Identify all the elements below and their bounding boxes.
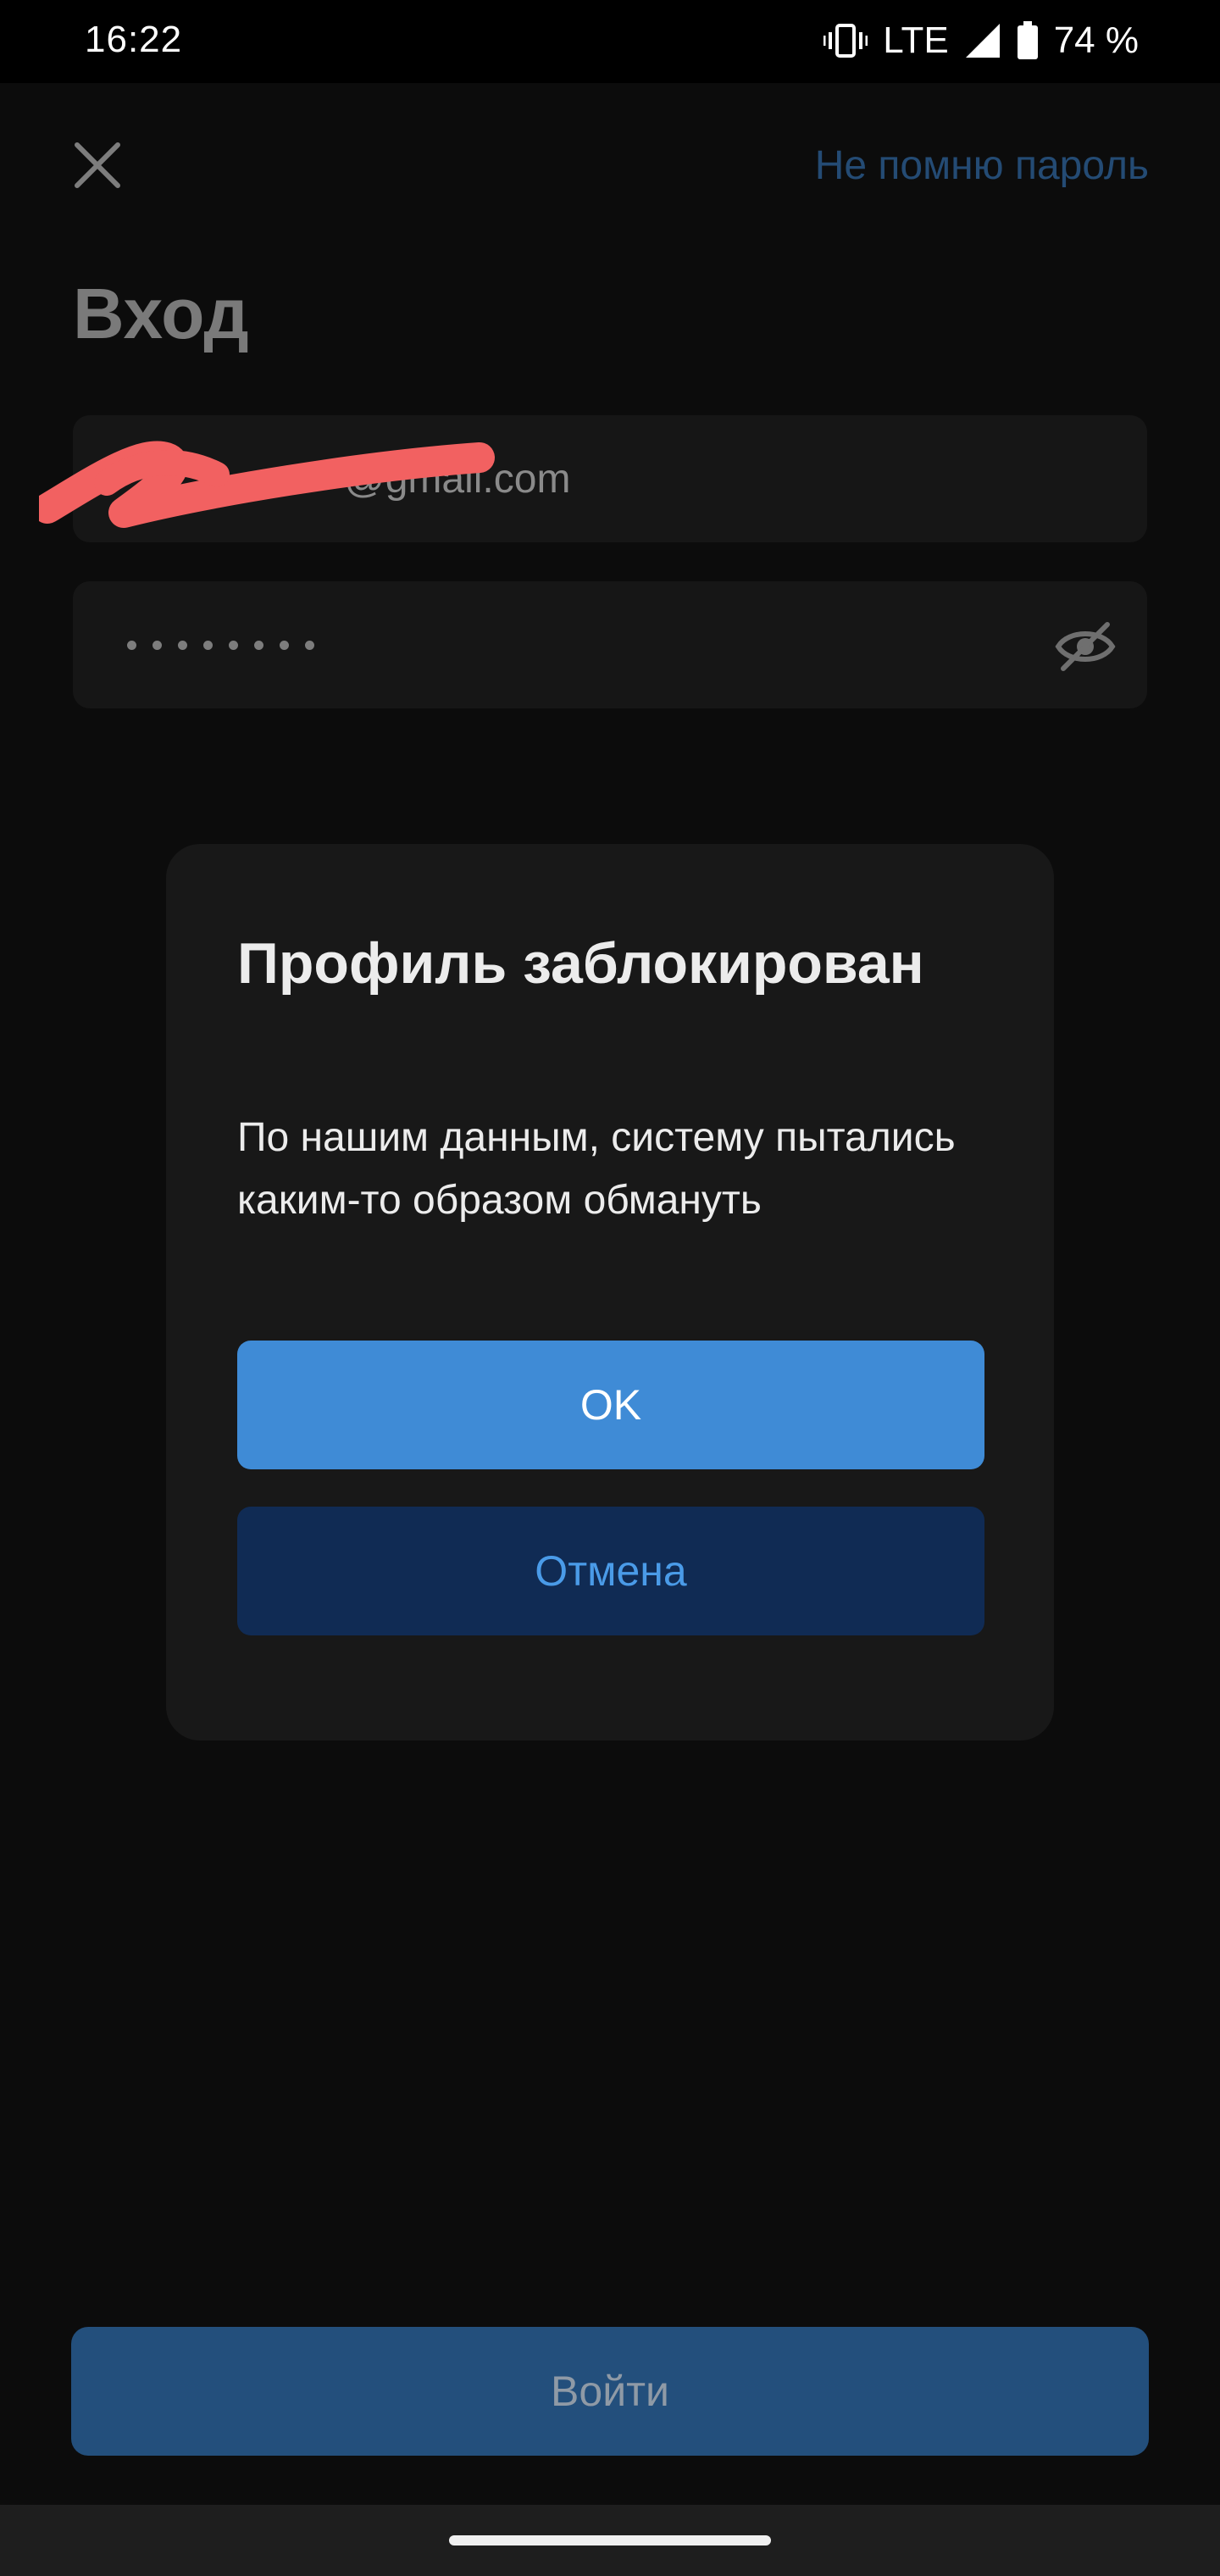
dialog-message: По нашим данным, систему пытались каким-… (237, 1115, 956, 1223)
vibrate-icon (824, 22, 868, 59)
email-value: @gmail.com (344, 457, 571, 502)
close-icon (75, 142, 120, 188)
status-time: 16:22 (85, 19, 183, 60)
close-button[interactable] (66, 134, 129, 197)
battery-level: 74 % (1053, 19, 1139, 61)
signal-icon (964, 22, 1001, 59)
status-bar: 16:22 LTE 74 % (0, 0, 1220, 83)
password-dot (178, 640, 187, 650)
eye-off-icon (1055, 622, 1116, 671)
password-dot (152, 640, 162, 650)
battery-icon (1017, 21, 1039, 60)
password-dots (127, 624, 314, 666)
password-dot (203, 640, 213, 650)
password-dot (305, 640, 314, 650)
dialog-title: Профиль заблокирован (237, 931, 924, 996)
show-password-toggle[interactable] (1054, 615, 1117, 678)
network-type: LTE (883, 19, 949, 61)
home-gesture-handle[interactable] (449, 2535, 771, 2545)
page-title: Вход (73, 274, 249, 353)
password-dot (127, 640, 136, 650)
forgot-password-link[interactable]: Не помню пароль (815, 142, 1149, 189)
navigation-bar (0, 2505, 1220, 2576)
ok-button[interactable]: OK (237, 1341, 984, 1469)
password-field[interactable] (73, 581, 1147, 708)
password-dot (280, 640, 289, 650)
cancel-button[interactable]: Отмена (237, 1507, 984, 1635)
password-dot (229, 640, 238, 650)
blocked-profile-dialog: Профиль заблокирован По нашим данным, си… (166, 844, 1054, 1740)
login-button[interactable]: Войти (71, 2327, 1149, 2456)
password-dot (254, 640, 263, 650)
status-icons: LTE 74 % (824, 15, 1139, 66)
email-field[interactable]: @gmail.com (39, 415, 1147, 542)
